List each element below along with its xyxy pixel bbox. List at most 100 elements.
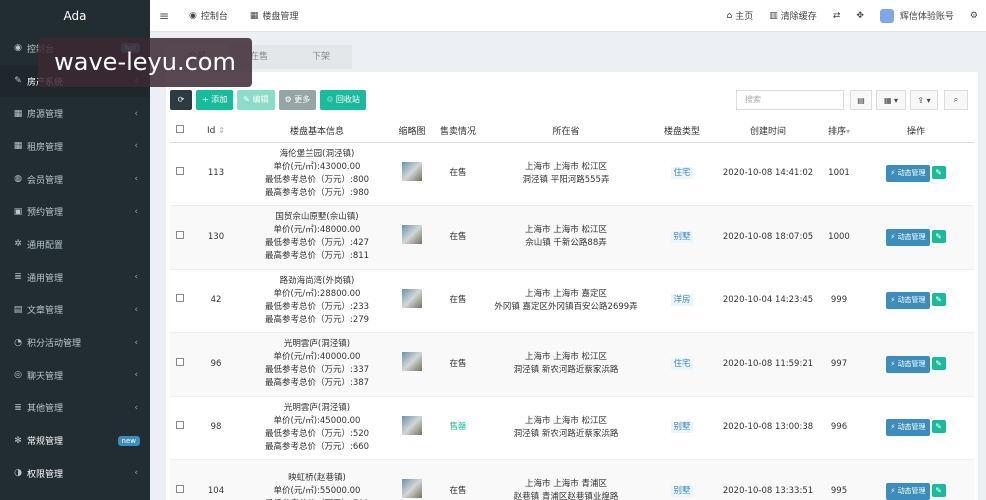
row-edit-button[interactable]: ✎: [931, 483, 946, 497]
app-logo[interactable]: Ada: [0, 0, 150, 32]
sidebar-item-12[interactable]: ✻ 常规管理 new: [0, 424, 150, 457]
cell-info: 光明雲庐(洞泾镇) 单价(元/㎡):45000.00 最低参考总价（万元）:520 最…: [242, 396, 392, 460]
user-name: 辉信体验账号: [899, 12, 954, 22]
col-id[interactable]: Id ⇕: [190, 120, 242, 143]
table-row[interactable]: 104映虹桥(赵巷镇)单价(元/㎡):55000.00最低参考总价（万元）:70…: [170, 459, 974, 500]
row-checkbox[interactable]: [170, 205, 190, 270]
cell-thumb[interactable]: [392, 269, 432, 333]
dynamic-manage-button[interactable]: ⚡ 动态管理: [886, 419, 930, 437]
row-edit-button[interactable]: ✎: [931, 356, 946, 370]
user-menu[interactable]: 辉信体验账号: [872, 8, 962, 23]
sidebar-item-6[interactable]: ✲ 通用配置: [0, 228, 150, 261]
clear-cache-button[interactable]: ▥ 清除缓存: [761, 9, 825, 23]
dynamic-manage-button[interactable]: ⚡ 动态管理: [886, 482, 930, 500]
refresh-button[interactable]: ⟳: [170, 90, 192, 110]
sidebar-item-4[interactable]: ◍ 会员管理 ‹: [0, 163, 150, 196]
type-badge[interactable]: 别墅: [671, 421, 693, 434]
translate-button[interactable]: ⇄: [825, 11, 849, 21]
add-button[interactable]: + 添加: [196, 90, 234, 110]
cell-thumb[interactable]: [392, 332, 432, 397]
calendar-icon: ▣: [13, 206, 23, 217]
cell-thumb[interactable]: [392, 142, 432, 206]
subtab-offline[interactable]: 下架: [290, 45, 352, 69]
tab-property[interactable]: ▦ 楼盘管理: [239, 0, 310, 32]
chevron-left-icon: ‹: [134, 108, 138, 119]
edit-button[interactable]: ✎ 编辑: [237, 90, 275, 110]
sidebar-item-2[interactable]: ▦ 房源管理 ‹: [0, 97, 150, 130]
dynamic-manage-button[interactable]: ⚡ 动态管理: [886, 355, 930, 373]
chevron-left-icon: ‹: [134, 206, 138, 217]
type-badge[interactable]: 别墅: [671, 484, 693, 497]
type-badge[interactable]: 住宅: [671, 167, 693, 180]
select-all-checkbox[interactable]: [170, 120, 190, 143]
dashboard-icon: ◉: [14, 43, 22, 54]
cell-thumb[interactable]: [392, 205, 432, 270]
tab-dashboard[interactable]: ◉ 控制台: [178, 0, 239, 32]
clear-cache-label: 清除缓存: [780, 12, 817, 22]
home-link[interactable]: ⌂ 主页: [719, 9, 762, 23]
row-edit-button[interactable]: ✎: [931, 293, 946, 307]
more-button[interactable]: ⚙ 更多: [278, 90, 317, 110]
table-row[interactable]: 98 光明雲庐(洞泾镇) 单价(元/㎡):45000.00 最低参考总价（万元）:52…: [170, 396, 974, 460]
file-icon: ▤: [13, 304, 23, 315]
table-row[interactable]: 42 路劲海尚湾(外岗镇) 单价(元/㎡):28800.00 最低参考总价（万元）:2…: [170, 269, 974, 333]
sidebar-item-label: 常规管理: [27, 437, 64, 448]
cell-status: 在售: [432, 269, 484, 333]
chevron-left-icon: ‹: [134, 370, 138, 381]
fullscreen-button[interactable]: ✥: [848, 11, 872, 21]
settings-button[interactable]: ⚙: [962, 11, 986, 21]
sidebar-item-11[interactable]: ≣ 其他管理 ‹: [0, 392, 150, 425]
cell-created: 2020-10-08 13:33:51: [716, 459, 820, 500]
columns-button[interactable]: ▦ ▾: [876, 90, 906, 110]
cogs-icon: ✻: [14, 435, 22, 446]
info-line: 最高参考总价（万元）:660: [264, 441, 370, 452]
cell-actions: ⚡ 动态管理 ✎: [858, 269, 974, 333]
sidebar-item-10[interactable]: ◎ 聊天管理 ‹: [0, 359, 150, 392]
info-line: 最高参考总价（万元）:811: [264, 251, 370, 262]
property-thumbnail[interactable]: [402, 479, 422, 499]
cell-info: 映虹桥(赵巷镇)单价(元/㎡):55000.00最低参考总价（万元）:700: [242, 459, 392, 500]
row-edit-button[interactable]: ✎: [931, 229, 946, 243]
row-edit-button[interactable]: ✎: [931, 166, 946, 180]
home-icon: ⌂: [726, 10, 733, 21]
type-badge[interactable]: 洋房: [671, 294, 693, 307]
fullscreen-icon: ✥: [856, 10, 864, 21]
table-row[interactable]: 96 光明雲庐(洞泾镇) 单价(元/㎡):40000.00 最低参考总价（万元）:33…: [170, 332, 974, 397]
row-checkbox[interactable]: [170, 332, 190, 397]
search-toggle-button[interactable]: ⌕: [944, 90, 968, 110]
avatar: [879, 8, 894, 23]
row-checkbox[interactable]: [170, 459, 190, 500]
table-row[interactable]: 130 国贸佘山原墅(佘山镇) 单价(元/㎡):48000.00 最低参考总价（万元）…: [170, 205, 974, 270]
recycle-bin-button[interactable]: ♲ 回收站: [320, 90, 366, 110]
col-sort[interactable]: 排序▾: [820, 120, 858, 143]
dynamic-manage-button[interactable]: ⚡ 动态管理: [886, 228, 930, 246]
property-thumbnail[interactable]: [402, 415, 422, 435]
pencil-icon: ✎: [935, 168, 942, 178]
row-edit-button[interactable]: ✎: [931, 420, 946, 434]
property-thumbnail[interactable]: [402, 225, 422, 245]
sidebar-item-7[interactable]: ≣ 通用管理 ‹: [0, 261, 150, 294]
row-checkbox[interactable]: [170, 396, 190, 460]
table-row[interactable]: 113 海伦堡兰园(洞泾镇) 单价(元/㎡):43000.00 最低参考总价（万元）:…: [170, 142, 974, 206]
search-input[interactable]: 搜索: [736, 90, 844, 110]
type-badge[interactable]: 别墅: [671, 230, 693, 243]
property-thumbnail[interactable]: [402, 161, 422, 181]
cell-thumb[interactable]: [392, 396, 432, 460]
table-view-button[interactable]: ▤: [850, 90, 872, 110]
sidebar-item-8[interactable]: ▤ 文章管理 ‹: [0, 294, 150, 327]
property-thumbnail[interactable]: [402, 288, 422, 308]
row-checkbox[interactable]: [170, 269, 190, 333]
menu-toggle-icon[interactable]: ≡: [150, 9, 178, 23]
row-checkbox[interactable]: [170, 142, 190, 206]
export-button[interactable]: ⇪ ▾: [910, 90, 938, 110]
sidebar-item-3[interactable]: ▦ 租房管理 ‹: [0, 130, 150, 163]
type-badge[interactable]: 住宅: [671, 357, 693, 370]
sidebar-item-5[interactable]: ▣ 预约管理 ‹: [0, 195, 150, 228]
search-icon: ⌕: [953, 95, 959, 104]
property-thumbnail[interactable]: [402, 352, 422, 372]
dynamic-manage-button[interactable]: ⚡ 动态管理: [886, 165, 930, 183]
cell-thumb[interactable]: [392, 459, 432, 500]
sidebar-item-13[interactable]: ◑ 权限管理 ‹: [0, 457, 150, 490]
sidebar-item-9[interactable]: ◔ 积分活动管理 ‹: [0, 326, 150, 359]
dynamic-manage-button[interactable]: ⚡ 动态管理: [886, 292, 930, 310]
